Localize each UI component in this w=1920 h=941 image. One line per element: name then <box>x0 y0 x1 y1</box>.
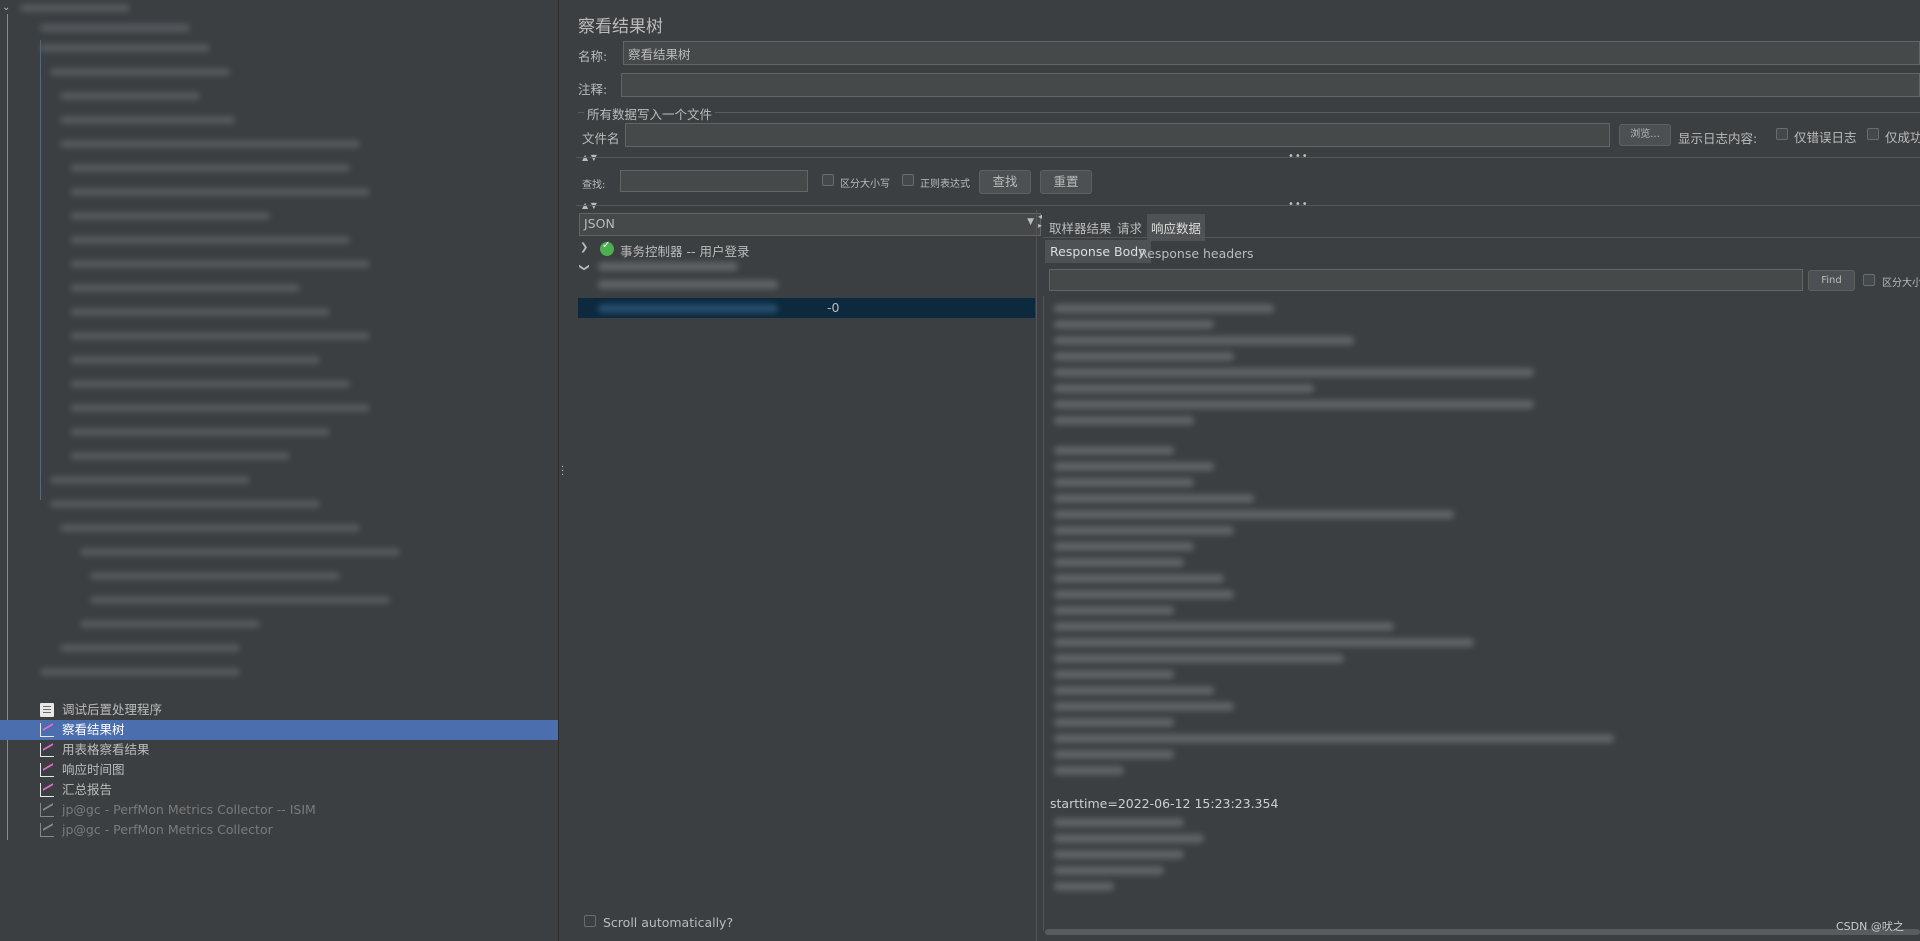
scroll-automatically-label: Scroll automatically? <box>603 915 734 930</box>
tree-item-label: 响应时间图 <box>62 762 125 777</box>
log-display-label: 显示日志内容: <box>1678 131 1758 146</box>
watermark: CSDN @吠之 <box>1836 920 1904 933</box>
response-case-checkbox[interactable] <box>1863 274 1875 286</box>
subtab-response-headers[interactable]: Response headers <box>1135 244 1258 263</box>
tree-item-view-results-tree[interactable]: 察看结果树 <box>0 720 558 740</box>
divider-grip-icon[interactable]: ••• <box>1288 199 1309 210</box>
response-body-text[interactable]: starttime=2022-06-12 15:23:23.354 <box>1043 296 1920 931</box>
chevron-down-icon[interactable]: ❯ <box>579 263 590 271</box>
filename-field[interactable] <box>625 123 1610 147</box>
tree-item-view-results-table[interactable]: 用表格察看结果 <box>40 740 150 760</box>
regex-label: 正则表达式 <box>920 179 970 190</box>
search-field[interactable] <box>620 170 808 192</box>
chevron-down-icon: ▼ <box>1027 217 1034 227</box>
tab-underline <box>1043 237 1920 238</box>
success-only-checkbox[interactable] <box>1867 128 1879 140</box>
chevron-right-icon[interactable]: ❯ <box>580 242 588 253</box>
file-group-label: 所有数据写入一个文件 <box>584 104 716 123</box>
blurred-sampler-name <box>598 262 738 271</box>
comment-label: 注释: <box>578 82 608 97</box>
errors-only-checkbox[interactable] <box>1776 128 1788 140</box>
tree-guide-line <box>7 14 8 840</box>
response-find-button[interactable]: Find <box>1808 270 1855 291</box>
tree-item-summary-report[interactable]: 汇总报告 <box>40 780 112 800</box>
graph-icon <box>40 803 54 817</box>
tree-item-label: 察看结果树 <box>62 722 125 737</box>
splitter-grip-icon: · · · <box>561 462 565 481</box>
success-shield-icon <box>600 240 614 256</box>
test-plan-tree[interactable]: ⌄ 调试后置处理程序 察看结果树 用表格察看结果 响应时间图 汇总报告 jp@g… <box>0 0 558 941</box>
tree-item-debug-postprocessor[interactable]: 调试后置处理程序 <box>40 700 162 720</box>
filename-label: 文件名 <box>582 131 620 146</box>
renderer-select[interactable]: JSON ▼ <box>579 213 1041 236</box>
tree-item-perfmon-isim[interactable]: jp@gc - PerfMon Metrics Collector -- ISI… <box>40 800 316 820</box>
graph-icon <box>40 743 54 757</box>
tree-item-response-time-graph[interactable]: 响应时间图 <box>40 760 125 780</box>
name-label: 名称: <box>578 49 608 64</box>
regex-checkbox[interactable] <box>902 174 914 186</box>
success-only-label: 仅成功 <box>1885 130 1920 145</box>
tree-item-label: jp@gc - PerfMon Metrics Collector <box>62 822 273 837</box>
graph-icon <box>40 783 54 797</box>
case-sensitive-checkbox[interactable] <box>822 174 834 186</box>
tree-item-perfmon[interactable]: jp@gc - PerfMon Metrics Collector <box>40 820 273 840</box>
debug-postprocessor-icon <box>40 703 54 717</box>
horizontal-scrollbar[interactable] <box>1045 929 1920 935</box>
tree-item-label: jp@gc - PerfMon Metrics Collector -- ISI… <box>62 802 316 817</box>
find-button[interactable]: 查找 <box>979 170 1031 194</box>
selected-row-suffix: -0 <box>827 300 840 315</box>
tree-guide-line <box>40 40 41 500</box>
panel-title: 察看结果树 <box>578 17 663 37</box>
graph-icon <box>40 763 54 777</box>
blurred-sampler-name <box>598 280 778 289</box>
case-sensitive-label: 区分大小写 <box>840 179 890 190</box>
graph-icon <box>40 823 54 837</box>
results-divider[interactable] <box>1036 210 1037 941</box>
tab-request[interactable]: 请求 <box>1113 216 1146 239</box>
scroll-automatically-checkbox[interactable] <box>584 915 596 927</box>
tab-sampler-result[interactable]: 取样器结果 <box>1045 216 1116 239</box>
response-starttime-line: starttime=2022-06-12 15:23:23.354 <box>1050 796 1279 811</box>
selected-result-row[interactable]: -0 <box>578 298 1035 318</box>
graph-icon <box>40 723 54 737</box>
response-case-label: 区分大小 <box>1882 278 1920 289</box>
tree-item-label: 用表格察看结果 <box>62 742 150 757</box>
renderer-selected-value: JSON <box>584 216 615 231</box>
errors-only-label: 仅错误日志 <box>1794 130 1857 145</box>
divider-grip-icon[interactable]: ••• <box>1288 151 1309 162</box>
browse-button[interactable]: 浏览... <box>1619 124 1671 146</box>
response-search-field[interactable] <box>1049 269 1803 291</box>
transaction-controller-label[interactable]: 事务控制器 -- 用户登录 <box>620 241 749 260</box>
name-field[interactable] <box>623 41 1920 65</box>
blurred-sampler-name <box>598 304 778 313</box>
collapse-arrow-icon[interactable]: ⌄ <box>2 2 10 13</box>
comment-field[interactable] <box>621 73 1920 97</box>
tree-item-label: 调试后置处理程序 <box>62 702 163 717</box>
reset-button[interactable]: 重置 <box>1040 170 1092 194</box>
divider <box>576 157 1920 158</box>
tree-item-label: 汇总报告 <box>62 782 113 797</box>
collapse-arrows-icon[interactable]: ◂ ▸ <box>1038 212 1042 230</box>
search-label: 查找: <box>582 180 606 191</box>
divider <box>576 205 1920 206</box>
